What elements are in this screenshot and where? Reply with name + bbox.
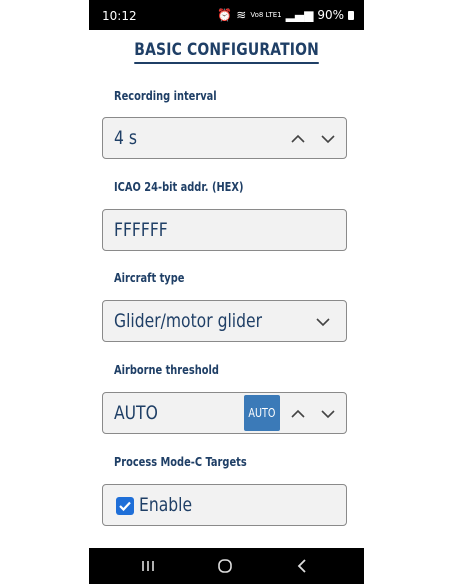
battery-label: 90% [317,8,344,22]
recent-apps-icon[interactable] [138,557,158,575]
status-icons: ⏰ ≋ Vo8 LTE1 ▂▄▆ 90% [217,8,354,22]
chevron-up-icon[interactable] [289,130,307,148]
auto-badge[interactable]: AUTO [244,395,280,431]
back-icon[interactable] [292,557,312,575]
network-label: Vo8 LTE1 [250,10,282,19]
airborne-threshold-stepper[interactable]: AUTO AUTO [102,392,347,434]
process-mode-c-field[interactable]: Enable [102,484,347,526]
wifi-icon: ≋ [236,8,247,22]
recording-interval-label: Recording interval [114,89,217,103]
status-bar: 10:12 ⏰ ≋ Vo8 LTE1 ▂▄▆ 90% [89,0,364,30]
status-time: 10:12 [102,9,137,23]
page-title: BASIC CONFIGURATION [89,40,364,64]
chevron-down-icon[interactable] [319,130,337,148]
enable-checkbox-label: Enable [139,494,193,516]
alarm-icon: ⏰ [217,8,233,22]
enable-checkbox[interactable] [116,497,134,515]
aircraft-type-value: Glider/motor glider [114,310,262,332]
android-nav-bar [89,548,364,584]
icao-address-value: FFFFFF [114,219,168,241]
chevron-down-icon[interactable] [314,313,332,331]
airborne-threshold-value: AUTO [114,402,158,424]
process-mode-c-label: Process Mode-C Targets [114,455,247,469]
page-title-text: BASIC CONFIGURATION [134,40,319,64]
icao-address-input[interactable]: FFFFFF [102,209,347,251]
signal-icon: ▂▄▆ [285,8,314,22]
phone-screen: 10:12 ⏰ ≋ Vo8 LTE1 ▂▄▆ 90% BASIC CONFIGU… [89,0,364,584]
aircraft-type-select[interactable]: Glider/motor glider [102,300,347,342]
battery-icon [348,10,354,20]
home-icon[interactable] [215,557,235,575]
airborne-threshold-label: Airborne threshold [114,363,219,377]
aircraft-type-label: Aircraft type [114,271,185,285]
checkmark-icon [119,501,131,512]
icao-address-label: ICAO 24-bit addr. (HEX) [114,180,244,194]
recording-interval-value: 4 s [114,127,137,149]
chevron-down-icon[interactable] [319,405,337,423]
chevron-up-icon[interactable] [289,405,307,423]
auto-badge-label: AUTO [248,406,276,420]
recording-interval-stepper[interactable]: 4 s [102,117,347,159]
